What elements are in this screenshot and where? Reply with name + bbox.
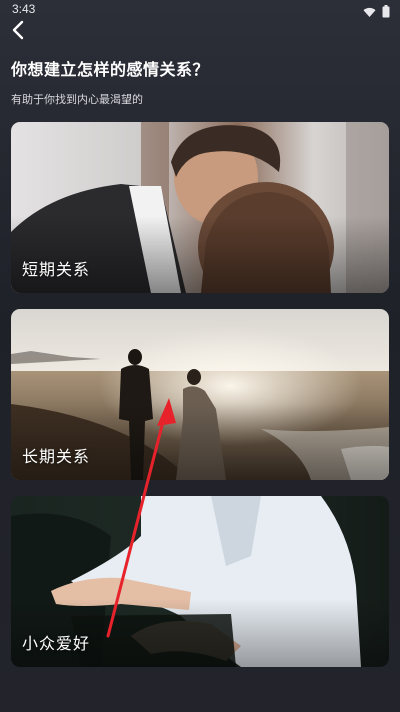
status-bar: 3:43 xyxy=(0,0,400,20)
back-button[interactable] xyxy=(6,18,30,42)
option-label: 短期关系 xyxy=(22,260,91,279)
battery-icon xyxy=(382,3,390,22)
option-card-niche-hobby[interactable]: 小众爱好 xyxy=(11,496,389,667)
page-title: 你想建立怎样的感情关系？ xyxy=(11,60,210,79)
option-label: 长期关系 xyxy=(22,447,91,466)
option-label: 小众爱好 xyxy=(22,634,91,653)
option-card-long-term[interactable]: 长期关系 xyxy=(11,309,389,480)
back-arrow-icon xyxy=(12,20,24,40)
status-time: 3:43 xyxy=(12,2,36,16)
page-subtitle: 有助于你找到内心最渴望的 xyxy=(11,93,143,106)
status-icons xyxy=(363,3,390,22)
option-card-short-term[interactable]: 短期关系 xyxy=(11,122,389,293)
wifi-icon xyxy=(363,3,376,22)
